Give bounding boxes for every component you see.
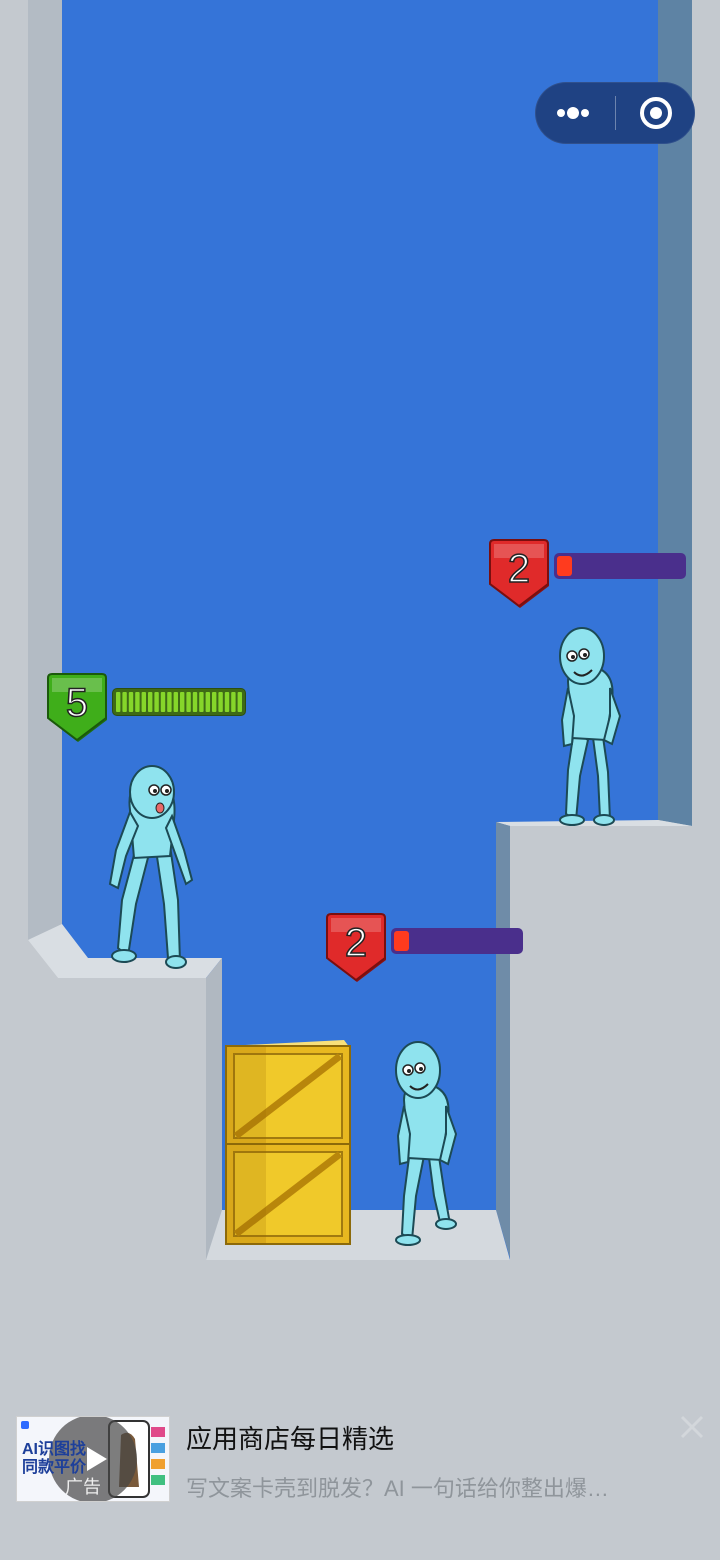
- player-health-segment: [116, 692, 121, 712]
- player-health-bar: [112, 688, 246, 716]
- enemy-lower-health-fill: [394, 931, 410, 951]
- player-health-segment: [141, 692, 146, 712]
- ad-thumb-line-1: AI识图找: [22, 1441, 87, 1458]
- ad-thumbnail[interactable]: AI识图找 同款平价 广告: [16, 1416, 170, 1502]
- player-level-number: 5: [65, 680, 89, 726]
- crate-top: [225, 1040, 351, 1147]
- player-level-badge: 5: [44, 672, 110, 742]
- player-health-segment: [148, 692, 153, 712]
- player-health-segment: [192, 692, 198, 712]
- left-wall-face: [28, 0, 62, 940]
- enemy-upper-health-fill: [557, 556, 573, 576]
- close-icon: [680, 1415, 704, 1439]
- player-health-fill: [116, 692, 242, 712]
- player-health-segment: [218, 692, 223, 712]
- player-health-segment: [180, 692, 185, 712]
- right-ledge-body: [510, 826, 720, 1260]
- target-circle-icon: [640, 97, 672, 129]
- player-health-segment: [160, 692, 166, 712]
- left-ledge-side: [206, 958, 222, 1260]
- enemy-lower-health-bar: [391, 928, 523, 954]
- game-scene[interactable]: [0, 0, 720, 1560]
- player-health-segment: [186, 692, 191, 712]
- ad-close-button[interactable]: [676, 1411, 708, 1443]
- crate-bottom: [225, 1143, 351, 1245]
- player-health-segment: [173, 692, 178, 712]
- player-health-segment: [122, 692, 127, 712]
- enemy-lower-level-number: 2: [344, 920, 368, 966]
- right-ledge-side: [496, 822, 510, 1258]
- player-health-segment: [212, 692, 217, 712]
- left-ledge-body: [0, 940, 206, 1260]
- exit-button[interactable]: [615, 82, 695, 144]
- enemy-upper-level-number: 2: [507, 546, 531, 592]
- ad-description[interactable]: 写文案卡壳到脱发？AI 一句话给你整出爆…: [186, 1471, 656, 1503]
- enemy-upper-health-bar: [554, 553, 686, 579]
- capsule-divider: [615, 96, 616, 130]
- player-health-segment: [231, 692, 236, 712]
- more-button[interactable]: [535, 82, 615, 144]
- ad-title[interactable]: 应用商店每日精选: [186, 1419, 394, 1456]
- enemy-lower-level-badge: 2: [323, 912, 389, 982]
- player-health-segment: [154, 692, 159, 712]
- player-health-segment: [205, 692, 210, 712]
- player-health-segment: [237, 692, 242, 712]
- player-health-segment: [167, 692, 172, 712]
- ad-thumb-line-2: 同款平价: [22, 1459, 87, 1476]
- ad-banner[interactable]: AI识图找 同款平价 广告 应用商店每日精选 写文案卡壳到脱发？AI 一句话给你…: [0, 1395, 720, 1520]
- more-dots-icon: [557, 107, 589, 119]
- player-health-segment: [199, 692, 204, 712]
- player-health-segment: [224, 692, 230, 712]
- crate-stack[interactable]: [225, 1040, 351, 1245]
- player-health-segment: [135, 692, 140, 712]
- player-health-segment: [128, 692, 134, 712]
- ad-label: 广告: [65, 1477, 101, 1497]
- enemy-upper-level-badge: 2: [486, 538, 552, 608]
